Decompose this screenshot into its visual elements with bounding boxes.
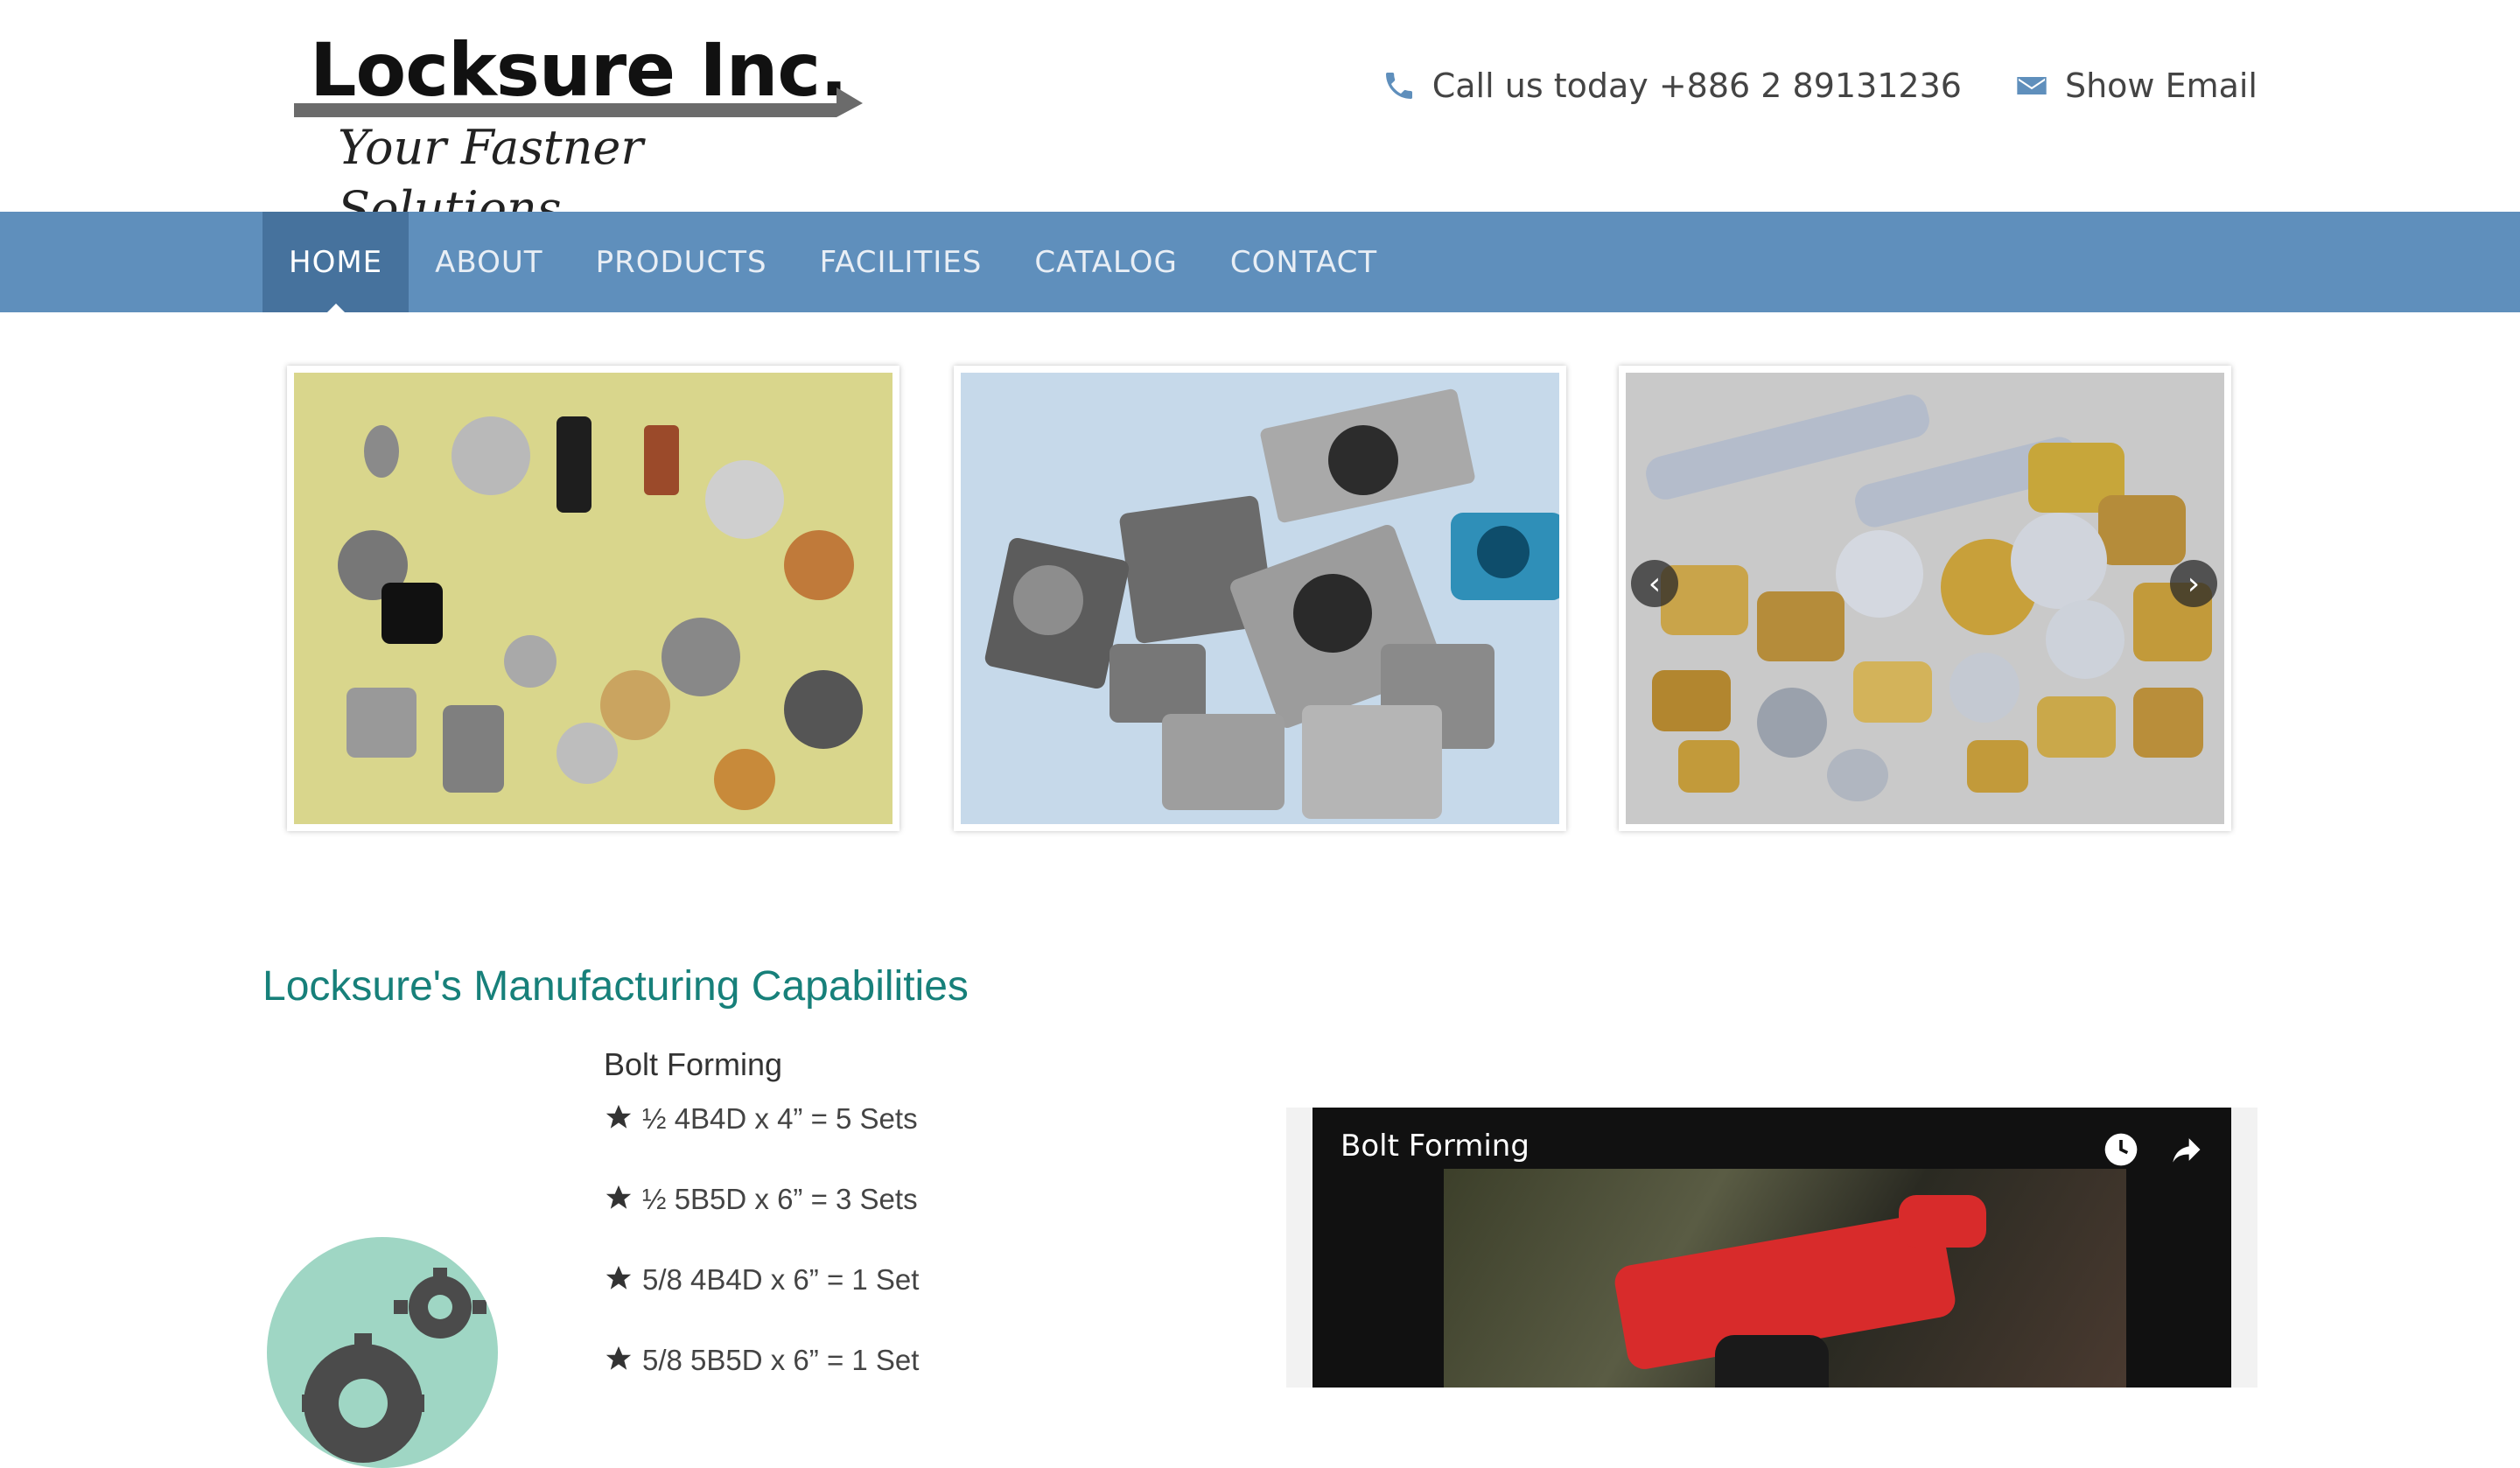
video-player[interactable]: Bolt Forming [1312,1108,2231,1388]
cage-nuts-photo [961,373,1559,824]
gears-icon [267,1237,498,1468]
main-nav: HOME ABOUT PRODUCTS FACILITIES CATALOG C… [0,212,2520,312]
gallery-prev-button[interactable]: ‹ [1631,560,1678,607]
nav-list: HOME ABOUT PRODUCTS FACILITIES CATALOG C… [262,212,1404,312]
video-container: Bolt Forming [1286,1108,2258,1388]
star-icon [606,1104,632,1129]
capability-item: 5/8 5B5D x 6” = 1 Set [604,1344,1216,1424]
clock-icon[interactable] [2102,1130,2140,1169]
phone-text: Call us today +886 2 89131236 [1432,66,1962,105]
chevron-right-icon: › [2187,565,2201,602]
nav-item-catalog[interactable]: CATALOG [1008,212,1204,312]
gallery-image-cage-nuts[interactable] [954,366,1566,831]
site-header: Locksure Inc. Your Fastner Solutions Cal… [0,0,2520,236]
gallery-next-button[interactable]: › [2170,560,2217,607]
phone-contact[interactable]: Call us today +886 2 89131236 [1382,66,1962,105]
nav-item-facilities[interactable]: FACILITIES [794,212,1009,312]
gears-graphic [302,1268,486,1463]
star-icon [606,1265,632,1290]
envelope-icon [2017,77,2047,94]
chevron-left-icon: ‹ [1648,565,1662,602]
show-email-link[interactable]: Show Email [2014,66,2258,105]
capability-text: ½ 5B5D x 6” = 3 Sets [642,1183,918,1215]
nav-item-about[interactable]: ABOUT [409,212,569,312]
capabilities-title: Locksure's Manufacturing Capabilities [262,963,969,1010]
capability-text: 5/8 4B4D x 6” = 1 Set [642,1263,920,1296]
capability-heading: Bolt Forming [604,1046,783,1082]
logo-underline [294,87,863,117]
share-icon[interactable] [2166,1130,2205,1169]
video-controls [2102,1130,2205,1169]
weld-nuts-photo [1626,373,2224,824]
site-logo[interactable]: Locksure Inc. Your Fastner Solutions [294,26,872,236]
capability-item: ½ 4B4D x 4” = 5 Sets [604,1102,1216,1183]
product-gallery [287,366,2233,833]
capability-item: 5/8 4B4D x 6” = 1 Set [604,1263,1216,1344]
phone-icon [1385,73,1412,99]
star-icon [606,1185,632,1209]
star-icon [606,1346,632,1370]
capabilities-list: Bolt Forming ½ 4B4D x 4” = 5 Sets ½ 5B5D… [604,1046,1216,1424]
video-title[interactable]: Bolt Forming [1340,1129,1530,1164]
capability-text: 5/8 5B5D x 6” = 1 Set [642,1344,920,1376]
nav-item-contact[interactable]: CONTACT [1204,212,1404,312]
email-text: Show Email [2064,66,2258,105]
capability-item: ½ 5B5D x 6” = 3 Sets [604,1183,1216,1263]
fasteners-photo [294,373,892,824]
logo-name: Locksure Inc. [310,27,848,113]
capability-text: ½ 4B4D x 4” = 5 Sets [642,1102,918,1135]
nav-item-products[interactable]: PRODUCTS [570,212,794,312]
gallery-image-weld-nuts[interactable] [1619,366,2231,831]
nav-item-home[interactable]: HOME [262,212,410,312]
gallery-image-fasteners[interactable] [287,366,900,831]
play-icon[interactable] [1715,1335,1829,1388]
header-contact: Call us today +886 2 89131236 Show Email [1382,66,2258,105]
